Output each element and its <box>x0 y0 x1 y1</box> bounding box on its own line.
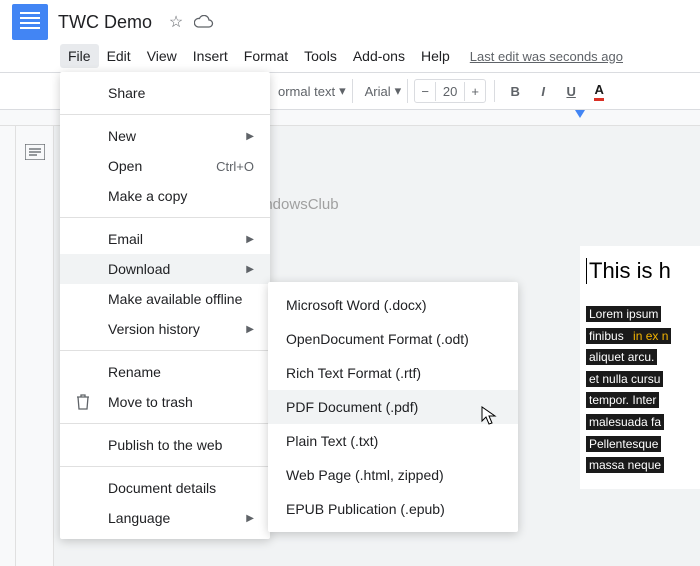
download-txt[interactable]: Plain Text (.txt) <box>268 424 518 458</box>
underline-button[interactable]: U <box>559 79 583 103</box>
submenu-arrow-icon: ▶ <box>246 264 254 275</box>
bold-button[interactable]: B <box>503 79 527 103</box>
font-size-increase[interactable]: + <box>465 80 485 102</box>
paragraph-style-dropdown[interactable]: ormal text ▾ <box>272 79 353 103</box>
download-docx[interactable]: Microsoft Word (.docx) <box>268 288 518 322</box>
menu-tools[interactable]: Tools <box>296 44 345 68</box>
star-icon[interactable]: ☆ <box>166 12 186 32</box>
menu-item-trash[interactable]: Move to trash <box>60 387 270 417</box>
submenu-arrow-icon: ▶ <box>246 324 254 335</box>
menu-item-publish[interactable]: Publish to the web <box>60 430 270 460</box>
menu-addons[interactable]: Add-ons <box>345 44 413 68</box>
download-epub[interactable]: EPUB Publication (.epub) <box>268 492 518 526</box>
menu-item-make-copy[interactable]: Make a copy <box>60 181 270 211</box>
menu-item-email[interactable]: Email▶ <box>60 224 270 254</box>
download-submenu: Microsoft Word (.docx) OpenDocument Form… <box>268 282 518 532</box>
document-title[interactable]: TWC Demo <box>58 12 152 33</box>
paragraph-style-label: ormal text <box>278 84 335 99</box>
menu-item-language[interactable]: Language▶ <box>60 503 270 533</box>
menu-item-version-history[interactable]: Version history▶ <box>60 314 270 344</box>
trash-icon <box>74 393 92 411</box>
chevron-down-icon: ▾ <box>395 83 402 99</box>
font-size-value[interactable]: 20 <box>435 82 465 101</box>
download-pdf[interactable]: PDF Document (.pdf) <box>268 390 518 424</box>
menu-insert[interactable]: Insert <box>185 44 236 68</box>
submenu-arrow-icon: ▶ <box>246 131 254 142</box>
outline-toggle-icon[interactable] <box>19 136 51 168</box>
page-heading: This is h <box>586 258 700 284</box>
menubar: File Edit View Insert Format Tools Add-o… <box>0 44 700 72</box>
menu-edit[interactable]: Edit <box>99 44 139 68</box>
font-dropdown[interactable]: Arial ▾ <box>359 79 409 103</box>
docs-logo-icon[interactable] <box>12 4 48 40</box>
italic-button[interactable]: I <box>531 79 555 103</box>
text-color-button[interactable]: A <box>587 79 611 103</box>
submenu-arrow-icon: ▶ <box>246 513 254 524</box>
menu-item-rename[interactable]: Rename <box>60 357 270 387</box>
file-menu-dropdown: Share New▶ OpenCtrl+O Make a copy Email▶… <box>60 72 270 539</box>
menu-item-details[interactable]: Document details <box>60 473 270 503</box>
menu-item-open[interactable]: OpenCtrl+O <box>60 151 270 181</box>
menu-item-offline[interactable]: Make available offline <box>60 284 270 314</box>
menu-item-share[interactable]: Share <box>60 78 270 108</box>
font-label: Arial <box>365 84 391 99</box>
indent-marker-icon[interactable] <box>575 110 585 118</box>
menu-format[interactable]: Format <box>236 44 296 68</box>
page: This is h Lorem ipsumfinibus in ex naliq… <box>580 246 700 489</box>
menu-item-new[interactable]: New▶ <box>60 121 270 151</box>
download-odt[interactable]: OpenDocument Format (.odt) <box>268 322 518 356</box>
submenu-arrow-icon: ▶ <box>246 234 254 245</box>
menu-item-download[interactable]: Download▶ <box>60 254 270 284</box>
menu-file[interactable]: File <box>60 44 99 68</box>
font-size-decrease[interactable]: − <box>415 80 435 102</box>
page-body-text: Lorem ipsumfinibus in ex naliquet arcu.e… <box>586 304 700 477</box>
vertical-ruler[interactable] <box>0 126 16 566</box>
download-html[interactable]: Web Page (.html, zipped) <box>268 458 518 492</box>
cloud-icon[interactable] <box>194 12 214 32</box>
keyboard-shortcut: Ctrl+O <box>216 159 254 174</box>
last-edit-link[interactable]: Last edit was seconds ago <box>470 49 623 64</box>
font-size-stepper: − 20 + <box>414 79 486 103</box>
menu-view[interactable]: View <box>139 44 185 68</box>
download-rtf[interactable]: Rich Text Format (.rtf) <box>268 356 518 390</box>
chevron-down-icon: ▾ <box>339 83 346 99</box>
menu-help[interactable]: Help <box>413 44 458 68</box>
